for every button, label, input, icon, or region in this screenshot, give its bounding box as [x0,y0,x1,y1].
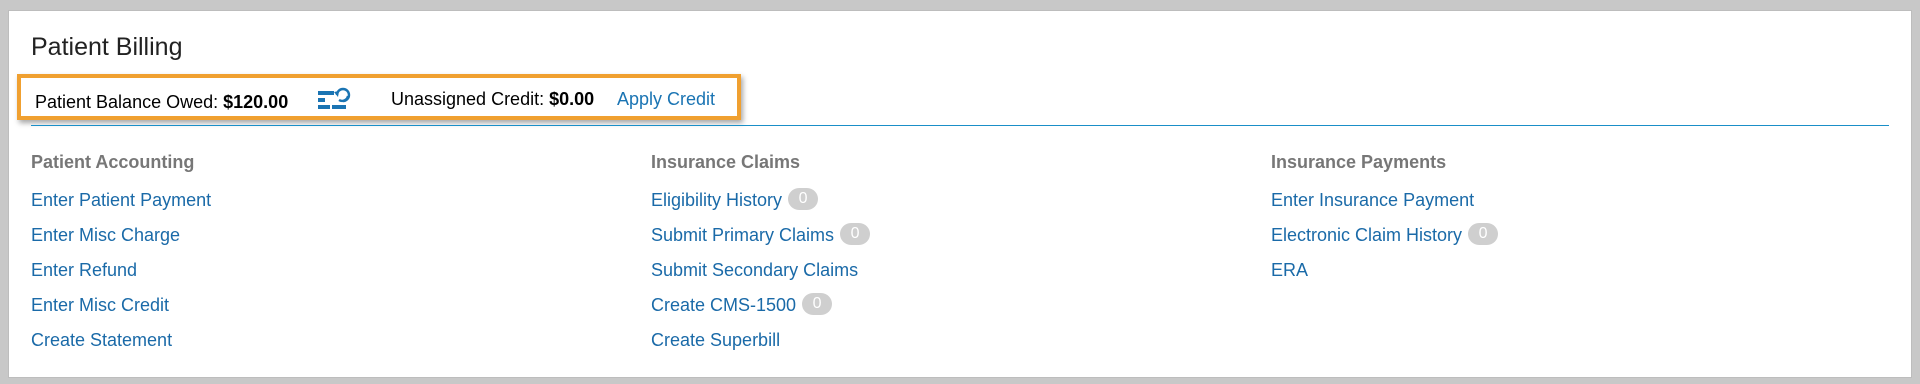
apply-credit-link[interactable]: Apply Credit [617,89,715,110]
patient-accounting-header: Patient Accounting [31,152,195,172]
list-item: Enter Insurance Payment [1271,189,1498,224]
patient-balance-label: Patient Balance Owed: [35,92,219,112]
eligibility-history-link[interactable]: Eligibility History [651,189,782,211]
submit-primary-claims-link[interactable]: Submit Primary Claims [651,224,834,246]
create-cms-1500-count-badge: 0 [802,293,833,315]
insurance-claims-links: Eligibility History 0 Submit Primary Cla… [651,188,871,364]
list-item: Create Statement [31,329,211,364]
insurance-claims-column: Insurance Claims Eligibility History 0 S… [651,151,871,364]
insurance-payments-links: Enter Insurance Payment Electronic Claim… [1271,189,1499,294]
submit-secondary-claims-link[interactable]: Submit Secondary Claims [651,259,858,281]
enter-insurance-payment-link[interactable]: Enter Insurance Payment [1271,189,1474,211]
enter-misc-charge-link[interactable]: Enter Misc Charge [31,224,180,246]
patient-accounting-links: Enter Patient Payment Enter Misc Charge … [31,189,211,364]
patient-balance-value: $120.00 [223,92,289,112]
page-title: Patient Billing [31,33,183,61]
section-divider [31,125,1889,126]
list-item: Create CMS-1500 0 [651,293,870,329]
unassigned-credit-value: $0.00 [549,89,595,109]
list-item: Enter Refund [31,259,211,294]
create-superbill-link[interactable]: Create Superbill [651,329,780,351]
refresh-balance-icon[interactable] [317,86,351,112]
insurance-payments-column: Insurance Payments Enter Insurance Payme… [1271,151,1499,294]
list-item: Submit Secondary Claims [651,259,870,294]
electronic-claim-history-link[interactable]: Electronic Claim History [1271,224,1462,246]
patient-billing-panel: Patient Billing Patient Balance Owed: $1… [8,10,1912,378]
list-item: Enter Misc Charge [31,224,211,259]
enter-refund-link[interactable]: Enter Refund [31,259,137,281]
patient-accounting-column: Patient Accounting Enter Patient Payment… [31,151,211,364]
era-link[interactable]: ERA [1271,259,1308,281]
list-item: Create Superbill [651,329,870,364]
insurance-payments-header: Insurance Payments [1271,152,1447,172]
create-statement-link[interactable]: Create Statement [31,329,172,351]
list-item: Submit Primary Claims 0 [651,223,871,259]
balance-summary-bar: Patient Balance Owed: $120.00 Unassigned… [17,74,741,120]
unassigned-credit-text: Unassigned Credit: $0.00 [391,89,594,110]
enter-misc-credit-link[interactable]: Enter Misc Credit [31,294,169,316]
submit-primary-claims-count-badge: 0 [840,223,871,245]
list-item: Enter Misc Credit [31,294,211,329]
list-item: ERA [1271,259,1498,294]
insurance-claims-header: Insurance Claims [651,152,801,172]
unassigned-credit-label: Unassigned Credit: [391,89,545,109]
list-item: Eligibility History 0 [651,188,870,224]
eligibility-history-count-badge: 0 [788,188,819,210]
create-cms-1500-link[interactable]: Create CMS-1500 [651,294,796,316]
list-item: Enter Patient Payment [31,189,211,224]
list-item: Electronic Claim History 0 [1271,223,1499,259]
patient-balance-text: Patient Balance Owed: $120.00 [35,92,288,113]
enter-patient-payment-link[interactable]: Enter Patient Payment [31,189,211,211]
electronic-claim-history-count-badge: 0 [1468,223,1499,245]
